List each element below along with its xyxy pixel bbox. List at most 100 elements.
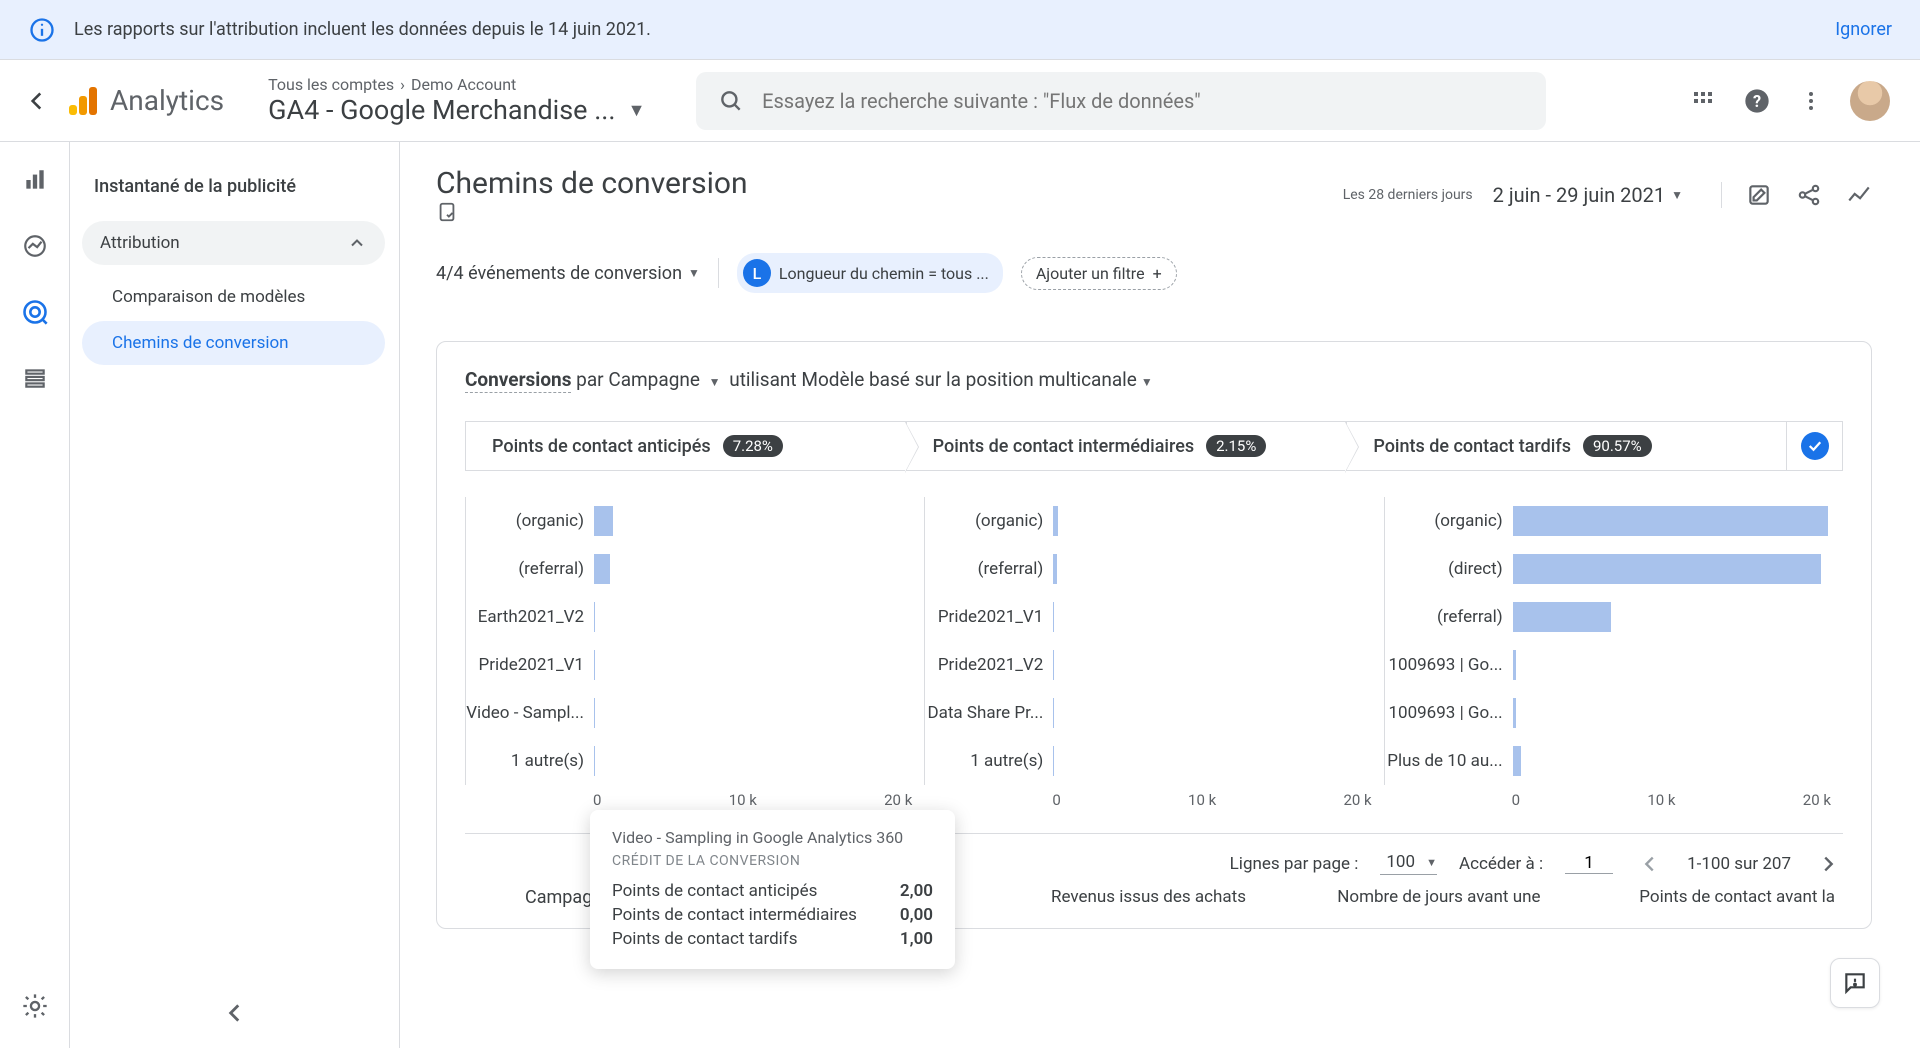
customize-report-icon[interactable] bbox=[436, 201, 758, 223]
filter-path-length[interactable]: L Longueur du chemin = tous ... bbox=[737, 253, 1003, 293]
chart-row[interactable]: Video - Sampl... bbox=[466, 689, 912, 737]
chart-row[interactable]: Earth2021_V2 bbox=[466, 593, 912, 641]
metric-dropdown[interactable]: Conversions bbox=[465, 368, 571, 393]
plus-icon: + bbox=[1153, 264, 1162, 283]
back-button[interactable] bbox=[12, 88, 62, 114]
chart-tooltip: Video - Sampling in Google Analytics 360… bbox=[590, 810, 955, 969]
chevron-up-icon bbox=[347, 233, 367, 253]
goto-input[interactable] bbox=[1565, 853, 1613, 874]
chart-row[interactable]: 1009693 | Go... bbox=[1385, 689, 1831, 737]
date-range-label: Les 28 derniers jours bbox=[1343, 187, 1473, 203]
search-input[interactable] bbox=[762, 89, 1524, 113]
tooltip-row: Points de contact tardifs1,00 bbox=[612, 927, 933, 951]
info-icon bbox=[28, 16, 56, 44]
segment-check[interactable] bbox=[1787, 421, 1843, 471]
rail-reports-icon[interactable] bbox=[15, 160, 55, 200]
card-heading: Conversions par Campagne ▼ utilisant Mod… bbox=[465, 368, 1843, 391]
column-touchpoints[interactable]: Points de contact avant la bbox=[1549, 887, 1844, 908]
help-icon[interactable]: ? bbox=[1742, 86, 1772, 116]
rail-configure-icon[interactable] bbox=[15, 358, 55, 398]
svg-text:?: ? bbox=[1753, 91, 1761, 110]
edit-comparisons-icon[interactable] bbox=[1746, 182, 1772, 208]
date-range-picker[interactable]: 2 juin - 29 juin 2021 ▼ bbox=[1493, 183, 1683, 207]
chart-row[interactable]: Data Share Pr... bbox=[925, 689, 1371, 737]
rail-advertising-icon[interactable] bbox=[15, 292, 55, 332]
chart-row[interactable]: (direct) bbox=[1385, 545, 1831, 593]
property-title: GA4 - Google Merchandise ... bbox=[268, 94, 615, 126]
rail-explore-icon[interactable] bbox=[15, 226, 55, 266]
analytics-logo-icon bbox=[66, 84, 100, 118]
info-message: Les rapports sur l'attribution incluent … bbox=[74, 19, 1835, 40]
sidebar-collapse-button[interactable] bbox=[222, 1000, 248, 1026]
rows-per-page-select[interactable]: 100▼ bbox=[1380, 852, 1437, 875]
column-days[interactable]: Nombre de jours avant une bbox=[1254, 887, 1549, 908]
tooltip-title: Video - Sampling in Google Analytics 360 bbox=[612, 828, 933, 847]
breadcrumb: Tous les comptes › Demo Account bbox=[268, 75, 688, 94]
chart-axis: 010 k20 k bbox=[465, 791, 912, 809]
sidebar-headline[interactable]: Instantané de la publicité bbox=[78, 166, 389, 207]
goto-label: Accéder à : bbox=[1459, 854, 1543, 874]
page-prev-button[interactable] bbox=[1635, 853, 1665, 875]
topbar: Analytics Tous les comptes › Demo Accoun… bbox=[0, 60, 1920, 142]
more-vert-icon[interactable] bbox=[1796, 86, 1826, 116]
breadcrumb-demo: Demo Account bbox=[411, 75, 516, 94]
chart-row[interactable]: (organic) bbox=[925, 497, 1371, 545]
chart-column-2: (organic)(direct)(referral)1009693 | Go.… bbox=[1384, 497, 1843, 809]
chart-row[interactable]: (referral) bbox=[1385, 593, 1831, 641]
chart-row[interactable]: 1009693 | Go... bbox=[1385, 641, 1831, 689]
breadcrumb-all: Tous les comptes bbox=[268, 75, 394, 94]
chart-row[interactable]: (referral) bbox=[925, 545, 1371, 593]
rail-admin-icon[interactable] bbox=[15, 986, 55, 1026]
chart-row[interactable]: (referral) bbox=[466, 545, 912, 593]
share-icon[interactable] bbox=[1796, 182, 1822, 208]
segment-0[interactable]: Points de contact anticipés7.28% bbox=[465, 421, 906, 471]
account-selector[interactable]: Tous les comptes › Demo Account GA4 - Go… bbox=[268, 75, 688, 126]
avatar[interactable] bbox=[1850, 81, 1890, 121]
page-next-button[interactable] bbox=[1813, 853, 1843, 875]
chart-row[interactable]: 1 autre(s) bbox=[925, 737, 1371, 785]
search-box[interactable] bbox=[696, 72, 1546, 130]
segment-1[interactable]: Points de contact intermédiaires2.15% bbox=[906, 421, 1347, 471]
column-revenue[interactable]: Revenus issus des achats bbox=[960, 887, 1255, 908]
chart-row[interactable]: Pride2021_V1 bbox=[466, 641, 912, 689]
segment-2[interactable]: Points de contact tardifs90.57% bbox=[1346, 421, 1787, 471]
chart-row[interactable]: (organic) bbox=[1385, 497, 1831, 545]
chart-axis: 010 k20 k bbox=[1384, 791, 1831, 809]
chart-row[interactable]: Plus de 10 au... bbox=[1385, 737, 1831, 785]
divider bbox=[718, 258, 719, 288]
sidebar: Instantané de la publicité Attribution C… bbox=[70, 142, 400, 1048]
chart-row[interactable]: 1 autre(s) bbox=[466, 737, 912, 785]
chevron-down-icon: ▼ bbox=[1426, 856, 1437, 869]
chevron-down-icon: ▼ bbox=[1671, 188, 1683, 202]
chart-row[interactable]: Pride2021_V2 bbox=[925, 641, 1371, 689]
chart-row[interactable]: Pride2021_V1 bbox=[925, 593, 1371, 641]
check-icon bbox=[1801, 432, 1829, 460]
sidebar-item-conversion-paths[interactable]: Chemins de conversion bbox=[82, 321, 385, 365]
apps-icon[interactable] bbox=[1688, 86, 1718, 116]
chevron-down-icon: ▼ bbox=[688, 266, 700, 280]
insights-icon[interactable] bbox=[1846, 182, 1872, 208]
page-range: 1-100 sur 207 bbox=[1687, 854, 1791, 874]
sidebar-section-label: Attribution bbox=[100, 233, 180, 253]
chart-row[interactable]: (organic) bbox=[466, 497, 912, 545]
chevron-down-icon[interactable]: ▼ bbox=[1141, 375, 1153, 389]
sidebar-item-model-comparison[interactable]: Comparaison de modèles bbox=[82, 275, 385, 319]
rows-per-page-label: Lignes par page : bbox=[1230, 854, 1359, 874]
search-icon bbox=[718, 88, 744, 114]
page-title: Chemins de conversion bbox=[436, 166, 758, 223]
feedback-button[interactable] bbox=[1830, 958, 1880, 1008]
sidebar-section-attribution[interactable]: Attribution bbox=[82, 221, 385, 265]
filter-conversion-events[interactable]: 4/4 événements de conversion▼ bbox=[436, 263, 700, 284]
chevron-down-icon: ▼ bbox=[628, 100, 646, 121]
chevron-down-icon[interactable]: ▼ bbox=[709, 375, 721, 389]
tooltip-row: Points de contact intermédiaires0,00 bbox=[612, 903, 933, 927]
logo[interactable]: Analytics bbox=[66, 84, 224, 118]
add-filter-button[interactable]: Ajouter un filtre + bbox=[1021, 257, 1177, 290]
nav-rail bbox=[0, 142, 70, 1048]
chart-axis: 010 k20 k bbox=[924, 791, 1371, 809]
info-bar: Les rapports sur l'attribution incluent … bbox=[0, 0, 1920, 60]
brand-name: Analytics bbox=[110, 84, 224, 117]
tooltip-subtitle: CRÉDIT DE LA CONVERSION bbox=[612, 853, 933, 869]
chart-column-1: (organic)(referral)Pride2021_V1Pride2021… bbox=[924, 497, 1383, 809]
info-dismiss[interactable]: Ignorer bbox=[1835, 19, 1892, 40]
